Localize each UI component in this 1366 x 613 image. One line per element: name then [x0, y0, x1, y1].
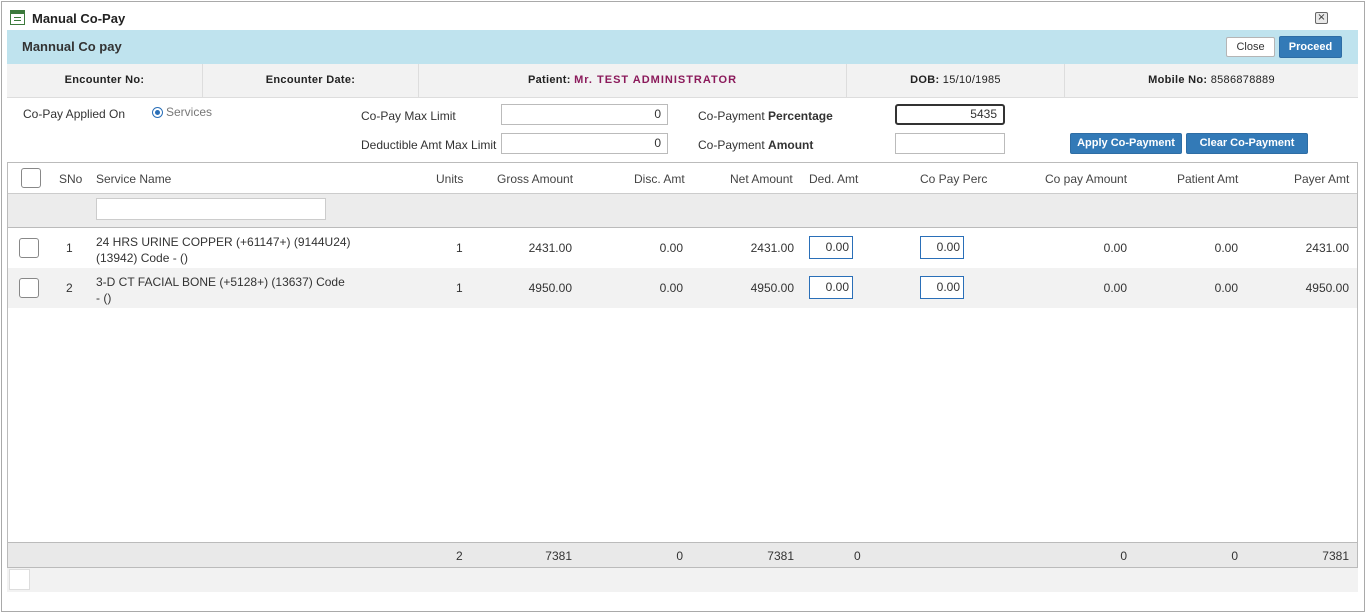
max-limit-label: Co-Pay Max Limit: [361, 109, 456, 123]
col-gross-amount[interactable]: Gross Amount: [497, 172, 573, 186]
row-sno: 1: [66, 241, 73, 255]
max-limit-input[interactable]: 0: [501, 104, 668, 125]
totals-row: 2 7381 0 7381 0 0 0 7381: [8, 542, 1357, 567]
services-grid: SNo Service Name Units Gross Amount Disc…: [7, 162, 1358, 568]
col-copay-amount[interactable]: Co pay Amount: [1045, 172, 1127, 186]
total-gross: 7381: [545, 549, 572, 563]
applied-on-label: Co-Pay Applied On: [23, 107, 126, 121]
row-patient-amt: 0.00: [1214, 281, 1238, 295]
patient-info: Patient: Mr. TEST ADMINISTRATOR: [419, 64, 847, 98]
table-row: 2 3-D CT FACIAL BONE (+5128+) (13637) Co…: [8, 268, 1357, 308]
apply-copayment-button[interactable]: Apply Co-Payment: [1070, 133, 1182, 154]
total-payer-amt: 7381: [1322, 549, 1349, 563]
window-form-icon: [10, 10, 25, 25]
services-radio-label[interactable]: Services: [166, 105, 212, 119]
col-sno[interactable]: SNo: [59, 172, 82, 186]
row-net: 2431.00: [750, 241, 794, 255]
window-titlebar: Manual Co-Pay ×: [2, 2, 1364, 32]
grid-header: SNo Service Name Units Gross Amount Disc…: [8, 163, 1357, 193]
col-copay-perc[interactable]: Co Pay Perc: [920, 172, 987, 186]
row-net: 4950.00: [750, 281, 794, 295]
total-disc: 0: [676, 549, 683, 563]
percentage-input[interactable]: 5435: [895, 104, 1005, 125]
panel-title: Mannual Co pay: [22, 39, 122, 54]
mobile-value: 8586878889: [1210, 74, 1275, 86]
encounter-no: Encounter No:: [7, 64, 203, 98]
amount-input[interactable]: [895, 133, 1005, 154]
window-title: Manual Co-Pay: [32, 11, 126, 26]
copay-form: Co-Pay Applied On Services Co-Pay Max Li…: [7, 98, 1358, 162]
deductible-input[interactable]: 0: [501, 133, 668, 154]
dob-label: DOB:: [910, 74, 940, 86]
row-ded-amt-input[interactable]: 0.00: [809, 276, 853, 299]
dob-value: 15/10/1985: [942, 74, 1001, 86]
panel-header: Mannual Co pay Close Proceed: [7, 30, 1358, 64]
clear-copayment-button[interactable]: Clear Co-Payment: [1186, 133, 1308, 154]
row-service-name: 24 HRS URINE COPPER (+61147+) (9144U24) …: [96, 235, 351, 265]
window-close-icon[interactable]: ×: [1315, 12, 1328, 24]
select-all-checkbox[interactable]: [21, 168, 41, 188]
patient-info-bar: Encounter No: Encounter Date: Patient: M…: [7, 64, 1358, 98]
total-patient-amt: 0: [1231, 549, 1238, 563]
total-net: 7381: [767, 549, 794, 563]
row-copay-amount: 0.00: [1103, 241, 1127, 255]
col-units[interactable]: Units: [436, 172, 463, 186]
proceed-button[interactable]: Proceed: [1279, 36, 1342, 58]
close-button[interactable]: Close: [1226, 37, 1275, 57]
filter-row: [8, 193, 1357, 228]
encounter-date-label: Encounter Date:: [265, 74, 356, 86]
total-copay-amount: 0: [1120, 549, 1127, 563]
encounter-no-label: Encounter No:: [64, 74, 145, 86]
row-gross: 2431.00: [528, 241, 572, 255]
total-units: 2: [456, 549, 463, 563]
row-ded-amt-input[interactable]: 0.00: [809, 236, 853, 259]
col-payer-amt[interactable]: Payer Amt: [1294, 172, 1349, 186]
deductible-label: Deductible Amt Max Limit: [361, 138, 497, 152]
dob-info: DOB: 15/10/1985: [847, 64, 1065, 98]
row-copay-amount: 0.00: [1103, 281, 1127, 295]
amount-label: Co-Payment Amount: [698, 138, 814, 152]
row-payer-amt: 2431.00: [1305, 241, 1349, 255]
col-patient-amt[interactable]: Patient Amt: [1177, 172, 1238, 186]
row-patient-amt: 0.00: [1214, 241, 1238, 255]
row-disc: 0.00: [659, 241, 683, 255]
row-checkbox[interactable]: [19, 278, 39, 298]
patient-label: Patient:: [527, 74, 571, 86]
col-service-name[interactable]: Service Name: [96, 172, 171, 186]
col-disc-amt[interactable]: Disc. Amt: [634, 172, 685, 186]
services-radio[interactable]: [152, 107, 163, 118]
service-name-filter-input[interactable]: [96, 198, 326, 220]
row-gross: 4950.00: [528, 281, 572, 295]
row-checkbox[interactable]: [19, 238, 39, 258]
row-sno: 2: [66, 281, 73, 295]
col-ded-amt[interactable]: Ded. Amt: [809, 172, 858, 186]
row-service-name: 3-D CT FACIAL BONE (+5128+) (13637) Code…: [96, 275, 345, 305]
pager-button[interactable]: [9, 569, 30, 590]
row-disc: 0.00: [659, 281, 683, 295]
table-row: 1 24 HRS URINE COPPER (+61147+) (9144U24…: [8, 228, 1357, 268]
row-units: 1: [456, 241, 463, 255]
row-copay-perc-input[interactable]: 0.00: [920, 236, 964, 259]
col-net-amount[interactable]: Net Amount: [730, 172, 793, 186]
encounter-date: Encounter Date:: [203, 64, 419, 98]
row-payer-amt: 4950.00: [1305, 281, 1349, 295]
total-ded: 0: [854, 549, 861, 563]
grid-pager: [7, 568, 1358, 592]
row-units: 1: [456, 281, 463, 295]
mobile-label: Mobile No:: [1148, 74, 1208, 86]
row-copay-perc-input[interactable]: 0.00: [920, 276, 964, 299]
patient-name: Mr. TEST ADMINISTRATOR: [574, 74, 738, 86]
mobile-info: Mobile No: 8586878889: [1065, 64, 1358, 98]
percentage-label: Co-Payment Percentage: [698, 109, 833, 123]
